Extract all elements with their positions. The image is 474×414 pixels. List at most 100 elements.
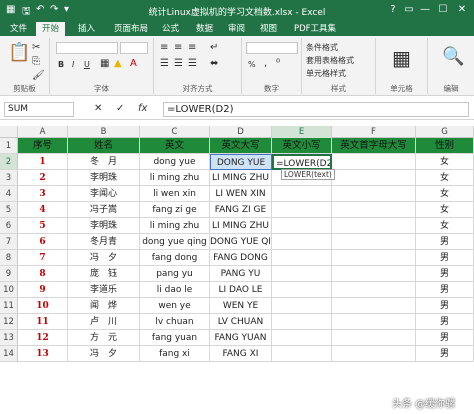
cell-lower[interactable]	[272, 202, 332, 218]
column-header-e[interactable]: E	[272, 126, 332, 138]
cell-upper[interactable]: FANG YUAN	[210, 330, 272, 346]
cell-num[interactable]: 8	[18, 266, 68, 282]
merge-cells-icon[interactable]: ⬌	[210, 58, 218, 69]
cell-num[interactable]: 2	[18, 170, 68, 186]
cell-english[interactable]: fang xi	[140, 346, 210, 362]
cell-proper[interactable]	[332, 298, 416, 314]
cell-proper[interactable]	[332, 314, 416, 330]
cell-lower[interactable]	[272, 250, 332, 266]
column-header-a[interactable]: A	[18, 126, 68, 138]
column-header-f[interactable]: F	[332, 126, 416, 138]
cell-proper[interactable]	[332, 154, 416, 170]
cell-upper[interactable]: WEN YE	[210, 298, 272, 314]
font-color-icon[interactable]: A	[130, 58, 137, 69]
cell-gender[interactable]: 女	[416, 186, 474, 202]
cell-name[interactable]: 冯子嵩	[68, 202, 140, 218]
cell-proper[interactable]	[332, 170, 416, 186]
cell-name[interactable]: 闻 烨	[68, 298, 140, 314]
align-top-icon[interactable]: ≡	[160, 42, 168, 53]
cell-proper[interactable]	[332, 218, 416, 234]
cell-num[interactable]: 13	[18, 346, 68, 362]
percent-button[interactable]: %	[248, 60, 256, 69]
cell-num[interactable]: 9	[18, 282, 68, 298]
cell-english[interactable]: pang yu	[140, 266, 210, 282]
maximize-button[interactable]: ☐	[436, 3, 450, 17]
cell-upper[interactable]: LI MING ZHU	[210, 170, 272, 186]
cell-english[interactable]: li dao le	[140, 282, 210, 298]
cell-num[interactable]: 4	[18, 202, 68, 218]
row-number[interactable]: 5	[0, 202, 18, 218]
font-name-select[interactable]	[56, 42, 118, 54]
cell-english[interactable]: li ming zhu	[140, 170, 210, 186]
comma-style-icon[interactable]: ,	[264, 58, 267, 69]
cell-gender[interactable]: 男	[416, 346, 474, 362]
font-size-select[interactable]	[120, 42, 148, 54]
cell-english[interactable]: lv chuan	[140, 314, 210, 330]
cell-proper[interactable]	[332, 202, 416, 218]
cell-gender[interactable]: 男	[416, 282, 474, 298]
row-number[interactable]: 4	[0, 186, 18, 202]
cell-name[interactable]: 方 元	[68, 330, 140, 346]
cell-lower[interactable]	[272, 218, 332, 234]
increase-decimal-icon[interactable]: ⁰	[276, 58, 280, 69]
help-button[interactable]: ?	[386, 3, 400, 17]
cell-name[interactable]: 李明珠	[68, 170, 140, 186]
enter-icon[interactable]: ✓	[116, 103, 124, 114]
borders-icon[interactable]: ▦	[100, 58, 109, 69]
row-number[interactable]: 2	[0, 154, 18, 170]
cell-gender[interactable]: 女	[416, 218, 474, 234]
cell-english[interactable]: fang yuan	[140, 330, 210, 346]
cell-proper[interactable]	[332, 186, 416, 202]
cell-lower[interactable]	[272, 266, 332, 282]
format-as-table-button[interactable]: 套用表格格式	[306, 55, 354, 66]
header-cell-lower[interactable]: 英文小写	[272, 138, 332, 154]
cell-english[interactable]: dong yue	[140, 154, 210, 170]
cell-name[interactable]: 冯 夕	[68, 250, 140, 266]
cell-upper[interactable]: LV CHUAN	[210, 314, 272, 330]
cell-name[interactable]: 卢 川	[68, 314, 140, 330]
cell-proper[interactable]	[332, 234, 416, 250]
underline-button[interactable]: U	[84, 60, 90, 69]
row-number[interactable]: 7	[0, 234, 18, 250]
cell-gender[interactable]: 男	[416, 298, 474, 314]
format-painter-icon[interactable]: 🖌	[32, 70, 45, 81]
cell-lower[interactable]	[272, 234, 332, 250]
select-all-corner[interactable]	[0, 126, 18, 138]
cell-gender[interactable]: 男	[416, 234, 474, 250]
cell-upper[interactable]: PANG YU	[210, 266, 272, 282]
find-select-icon[interactable]: 🔍	[442, 46, 464, 67]
column-header-g[interactable]: G	[416, 126, 474, 138]
align-right-icon[interactable]: ☰	[188, 58, 197, 69]
cell-upper[interactable]: FANG DONG	[210, 250, 272, 266]
cell-gender[interactable]: 男	[416, 330, 474, 346]
cell-english[interactable]: li wen xin	[140, 186, 210, 202]
tab-page-layout[interactable]: 页面布局	[108, 22, 154, 36]
header-cell-proper[interactable]: 英文首字母大写	[332, 138, 416, 154]
cell-upper[interactable]: LI MING ZHU	[210, 218, 272, 234]
conditional-formatting-button[interactable]: 条件格式	[306, 42, 338, 53]
row-number[interactable]: 9	[0, 266, 18, 282]
cell-num[interactable]: 1	[18, 154, 68, 170]
cell-proper[interactable]	[332, 282, 416, 298]
cells-icon[interactable]: ▦	[392, 46, 411, 70]
row-number[interactable]: 8	[0, 250, 18, 266]
cell-name[interactable]: 李明珠	[68, 218, 140, 234]
cell-english[interactable]: fang dong	[140, 250, 210, 266]
cell-english[interactable]: dong yue qing	[140, 234, 210, 250]
cell-num[interactable]: 5	[18, 218, 68, 234]
insert-function-icon[interactable]: fx	[138, 103, 147, 114]
row-number[interactable]: 6	[0, 218, 18, 234]
cell-lower[interactable]	[272, 346, 332, 362]
wrap-text-icon[interactable]: ↵	[210, 42, 218, 53]
cell-gender[interactable]: 男	[416, 314, 474, 330]
paste-icon[interactable]: 📋	[8, 42, 30, 63]
cell-upper[interactable]: FANG XI	[210, 346, 272, 362]
row-number[interactable]: 11	[0, 298, 18, 314]
cell-gender[interactable]: 女	[416, 170, 474, 186]
tab-home[interactable]: 开始	[36, 22, 66, 36]
column-header-c[interactable]: C	[140, 126, 210, 138]
cell-num[interactable]: 6	[18, 234, 68, 250]
header-cell-num[interactable]: 序号	[18, 138, 68, 154]
align-left-icon[interactable]: ☰	[160, 58, 169, 69]
cut-icon[interactable]: ✂	[32, 42, 40, 53]
